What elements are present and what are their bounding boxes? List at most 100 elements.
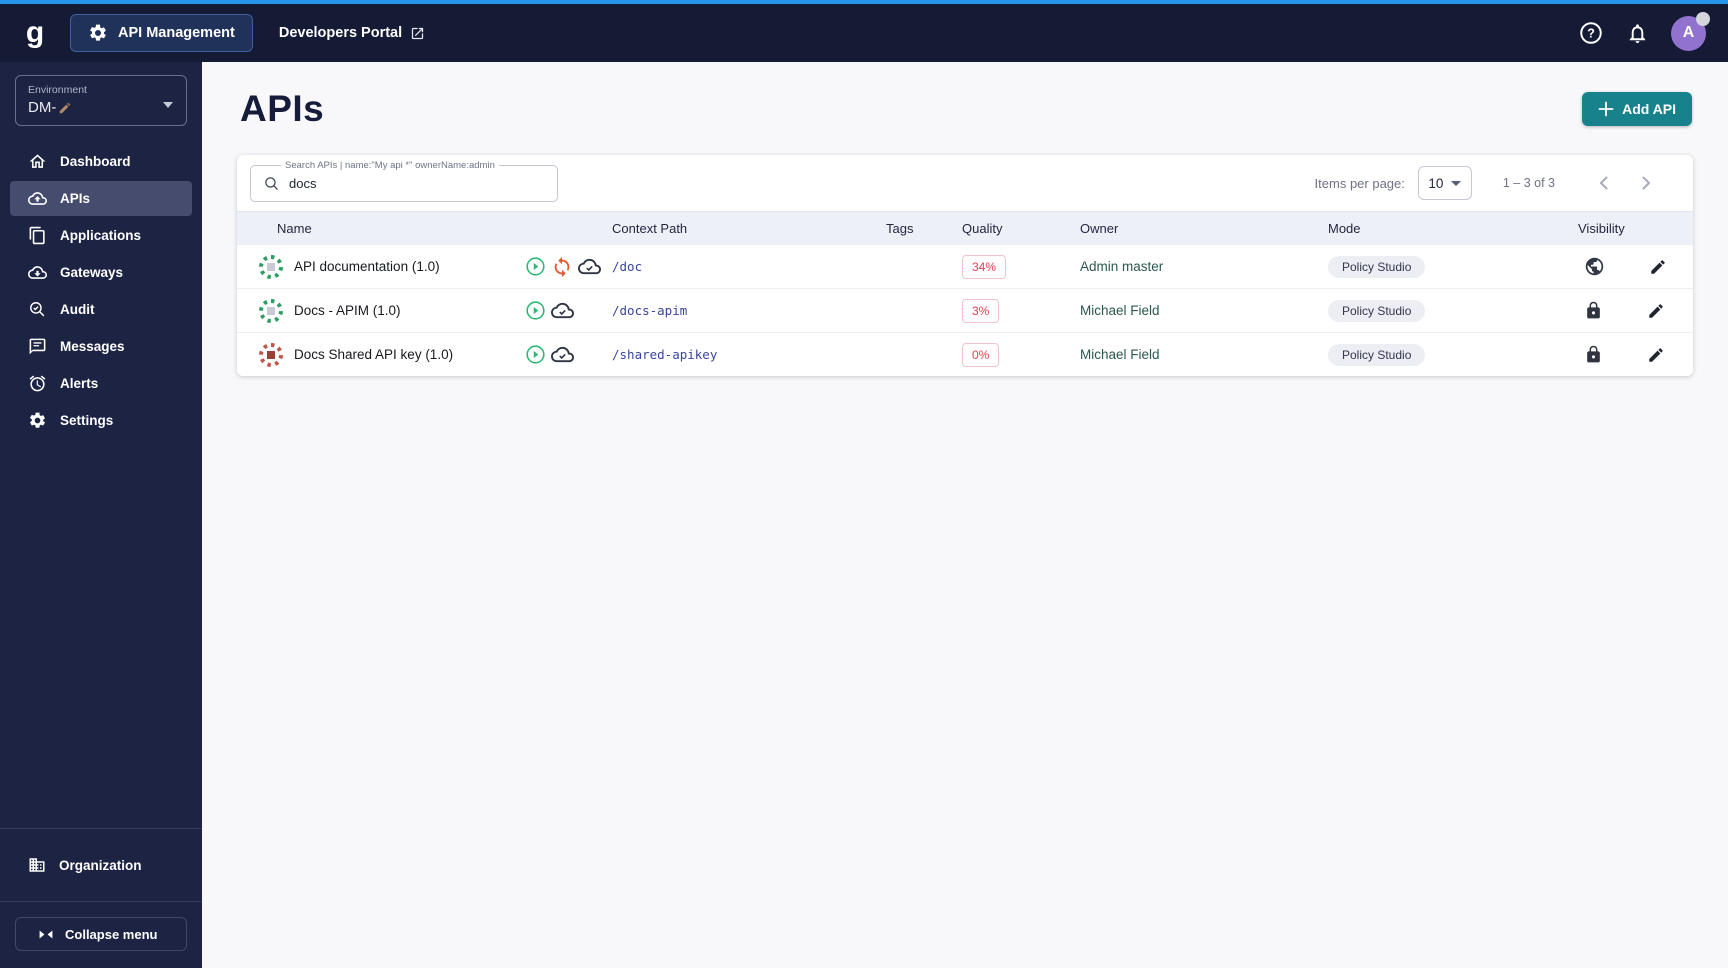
owner-name: Michael Field	[1080, 303, 1160, 318]
sidebar-item-organization[interactable]: Organization	[0, 829, 202, 901]
plus-icon	[1598, 101, 1614, 117]
pagination-range: 1 – 3 of 3	[1502, 176, 1555, 190]
collapse-menu-label: Collapse menu	[65, 926, 158, 942]
sidebar-item-label: Settings	[60, 413, 114, 428]
user-avatar[interactable]: A	[1671, 11, 1710, 51]
quality-badge: 0%	[962, 342, 1000, 367]
sidebar-item-dashboard[interactable]: Dashboard	[10, 144, 192, 179]
sidebar-item-label: Applications	[60, 228, 142, 243]
sidebar-item-label: Alerts	[60, 376, 99, 391]
add-api-button[interactable]: Add API	[1582, 92, 1692, 126]
deployed-icon	[551, 343, 574, 366]
out-of-sync-icon	[551, 256, 573, 278]
search-input[interactable]	[289, 175, 519, 191]
sidebar-item-messages[interactable]: Messages	[10, 329, 192, 364]
external-link-icon	[410, 26, 425, 41]
sidebar-item-alerts[interactable]: Alerts	[10, 366, 192, 401]
organization-label: Organization	[59, 857, 142, 873]
chevron-down-icon	[163, 102, 173, 108]
sidebar-item-settings[interactable]: Settings	[10, 403, 192, 438]
cloud-upload-icon	[28, 189, 47, 208]
items-per-page-label: Items per page:	[1314, 175, 1405, 191]
page: g API Management Developers Portal ? A E…	[0, 0, 1728, 968]
deployed-icon	[578, 255, 601, 278]
sidebar-item-applications[interactable]: Applications	[10, 218, 192, 253]
sidebar-item-label: Gateways	[60, 265, 124, 280]
search-icon	[263, 175, 280, 192]
environment-selector[interactable]: Environment DM-	[15, 75, 187, 126]
api-avatar	[258, 298, 284, 324]
developers-portal-link[interactable]: Developers Portal	[279, 25, 425, 41]
quality-badge: 34%	[962, 254, 1007, 279]
api-name: API documentation (1.0)	[294, 259, 440, 274]
mode-badge: Policy Studio	[1328, 299, 1426, 322]
lock-icon	[1584, 301, 1603, 320]
notifications-bell-icon[interactable]	[1626, 22, 1649, 45]
gravitee-logo[interactable]: g	[18, 18, 52, 48]
sidebar-nav: Dashboard APIs Applications Gateways Aud…	[0, 144, 202, 438]
topbar-actions: ? A	[1578, 11, 1710, 51]
cloud-download-icon	[28, 263, 47, 282]
svg-text:?: ?	[1587, 26, 1595, 40]
previous-page-button[interactable]	[1583, 171, 1625, 195]
mode-badge: Policy Studio	[1328, 255, 1426, 278]
api-name: Docs Shared API key (1.0)	[294, 347, 454, 362]
mode-badge: Policy Studio	[1328, 343, 1426, 366]
copy-icon	[28, 226, 47, 245]
api-management-button[interactable]: API Management	[70, 14, 253, 52]
apis-table-card: Search APIs | name:"My api *" ownerName:…	[237, 155, 1693, 376]
edit-api-button[interactable]	[1647, 346, 1665, 364]
alarm-icon	[28, 374, 47, 393]
column-header-owner: Owner	[1080, 220, 1119, 236]
table-header-row: Name Context Path Tags Quality Owner Mod…	[237, 211, 1693, 244]
owner-name: Admin master	[1080, 259, 1164, 274]
context-path: /shared-apikey	[612, 347, 718, 362]
started-icon	[525, 256, 546, 277]
gear-icon	[28, 411, 47, 430]
message-icon	[28, 337, 47, 356]
api-name: Docs - APIM (1.0)	[294, 303, 401, 318]
column-header-visibility: Visibility	[1578, 220, 1625, 236]
deployed-icon	[551, 299, 574, 322]
next-page-button[interactable]	[1625, 171, 1667, 195]
sidebar-item-audit[interactable]: Audit	[10, 292, 192, 327]
api-avatar	[258, 254, 284, 280]
page-title: APIs	[240, 88, 325, 129]
environment-label: Environment	[28, 84, 87, 96]
help-icon[interactable]: ?	[1578, 20, 1604, 46]
owner-name: Michael Field	[1080, 347, 1160, 362]
main-content: APIs Add API Search APIs | name:"My api …	[202, 62, 1728, 968]
building-icon	[28, 856, 46, 874]
sidebar-item-gateways[interactable]: Gateways	[10, 255, 192, 290]
context-path: /docs-apim	[612, 303, 688, 318]
developers-portal-label: Developers Portal	[278, 25, 403, 41]
items-per-page-select[interactable]: 10	[1417, 166, 1472, 200]
started-icon	[525, 344, 546, 365]
items-per-page-value: 10	[1428, 175, 1444, 191]
edit-api-button[interactable]	[1649, 258, 1667, 276]
context-path: /doc	[612, 259, 643, 274]
edit-api-button[interactable]	[1647, 302, 1665, 320]
table-row[interactable]: Docs - APIM (1.0) /docs-apim 3% Michael …	[237, 288, 1693, 332]
pencil-emoji-icon	[58, 101, 72, 115]
sidebar-item-label: APIs	[60, 191, 91, 206]
top-bar: g API Management Developers Portal ? A	[0, 0, 1728, 62]
collapse-menu-button[interactable]: Collapse menu	[15, 917, 187, 951]
quality-badge: 3%	[962, 298, 1000, 323]
sidebar: Environment DM- Dashboard APIs Applicati…	[0, 62, 202, 968]
globe-icon	[1584, 256, 1605, 277]
avatar-status-dot	[1696, 11, 1710, 26]
sidebar-item-label: Audit	[60, 302, 95, 317]
sidebar-item-apis[interactable]: APIs	[10, 181, 192, 216]
table-row[interactable]: Docs Shared API key (1.0) /shared-apikey…	[237, 332, 1693, 376]
chevron-down-icon	[1451, 180, 1462, 186]
environment-value: DM-	[28, 99, 57, 116]
started-icon	[525, 300, 546, 321]
search-field[interactable]: Search APIs | name:"My api *" ownerName:…	[250, 159, 558, 202]
collapse-arrows-icon	[38, 928, 54, 941]
search-check-icon	[28, 300, 47, 319]
table-row[interactable]: API documentation (1.0) /doc 34% Admin m…	[237, 244, 1693, 288]
search-field-label: Search APIs | name:"My api *" ownerName:…	[281, 159, 499, 171]
api-avatar	[258, 342, 284, 368]
sidebar-item-label: Dashboard	[60, 154, 131, 169]
